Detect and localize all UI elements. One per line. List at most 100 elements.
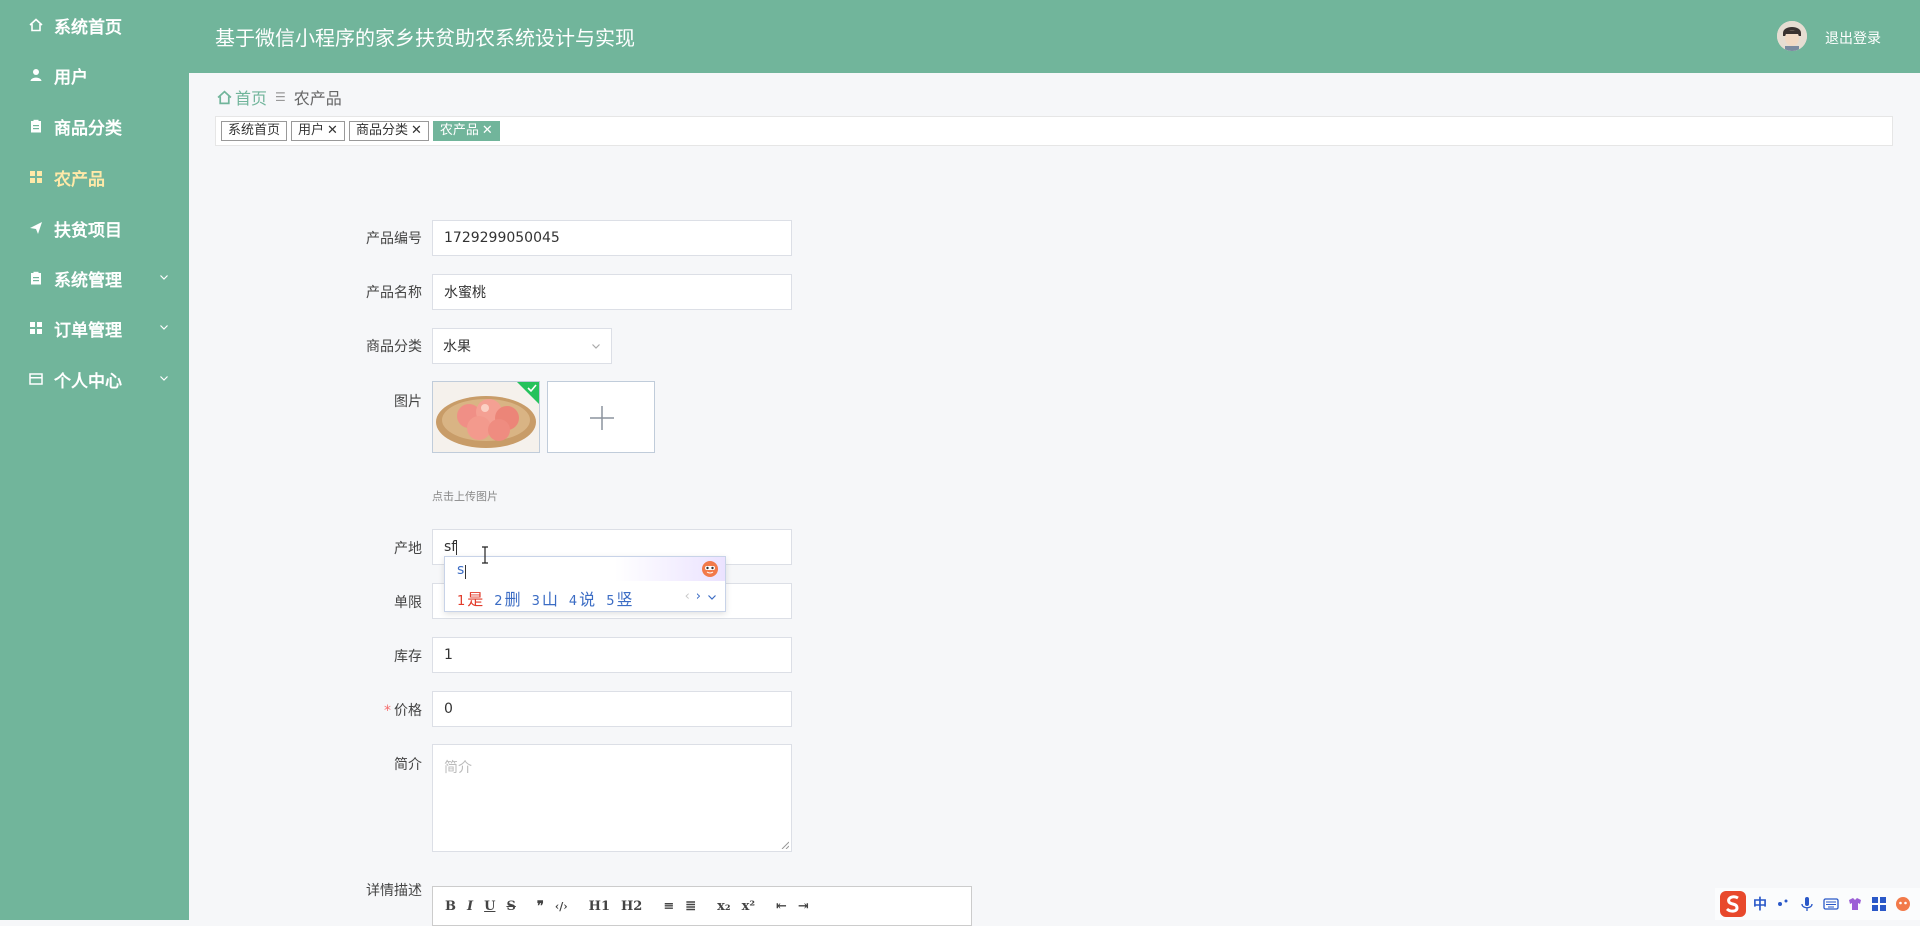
language-toggle[interactable]: 中 [1753, 894, 1767, 914]
sidebar-item-label: 系统首页 [54, 17, 122, 38]
tag-label: 商品分类 [355, 123, 408, 138]
close-icon[interactable]: ✕ [327, 122, 338, 140]
ordered-list-button[interactable]: ≡ [663, 899, 674, 914]
card-icon [28, 371, 44, 387]
microphone-icon[interactable] [1799, 896, 1815, 912]
italic-button[interactable]: I [467, 899, 473, 914]
clipboard-icon [28, 270, 44, 286]
send-icon [28, 220, 44, 236]
toolbox-icon[interactable] [1871, 896, 1887, 912]
top-header: 基于微信小程序的家乡扶贫助农系统设计与实现 退出登录 [189, 0, 1920, 73]
category-select-value: 水果 [443, 339, 471, 355]
sidebar-item-label: 扶贫项目 [54, 220, 122, 241]
origin-input-value: sf [444, 539, 457, 555]
avatar[interactable] [1777, 21, 1807, 51]
superscript-button[interactable]: x² [742, 899, 755, 914]
intro-label: 简介 [394, 757, 422, 773]
sidebar-item-products[interactable]: 农产品 [0, 152, 189, 202]
ime-candidate-number: 1 [457, 594, 466, 609]
punctuation-icon[interactable] [1775, 896, 1791, 912]
product-name-label: 产品名称 [366, 285, 422, 301]
sidebar-item-system[interactable]: 系统管理 [0, 253, 189, 303]
outdent-button[interactable]: ⇤ [776, 899, 787, 914]
tag-label: 用户 [298, 123, 325, 138]
app-title: 基于微信小程序的家乡扶贫助农系统设计与实现 [215, 26, 635, 50]
bullet-list-button[interactable]: ≣ [685, 899, 696, 914]
grid-icon [28, 169, 44, 185]
ime-caret [465, 565, 466, 579]
tag-category[interactable]: 商品分类 ✕ [348, 121, 429, 141]
sidebar-item-label: 农产品 [54, 169, 105, 190]
tag-label: 系统首页 [228, 123, 281, 138]
ime-toolbar: 中 [1715, 888, 1920, 920]
sidebar-item-profile[interactable]: 个人中心 [0, 354, 189, 404]
intro-textarea[interactable]: 简介 [432, 744, 792, 852]
upload-button[interactable] [547, 381, 655, 453]
plus-icon [590, 406, 614, 430]
chevron-down-icon[interactable] [707, 592, 717, 602]
breadcrumb-home[interactable]: 首页 [217, 85, 267, 109]
breadcrumb-current: 农产品 [293, 89, 342, 108]
ime-candidate[interactable]: 4说 [569, 586, 595, 610]
emoji-icon[interactable] [701, 560, 719, 578]
ime-candidate[interactable]: 1是 [457, 586, 483, 610]
sidebar-item-user[interactable]: 用户 [0, 50, 189, 100]
chevron-left-icon[interactable]: ‹ [685, 589, 690, 604]
subscript-button[interactable]: x₂ [717, 899, 730, 914]
sidebar-item-category[interactable]: 商品分类 [0, 101, 189, 151]
price-label: * 价格 [384, 700, 422, 720]
tag-user[interactable]: 用户 ✕ [291, 121, 345, 141]
sidebar-item-projects[interactable]: 扶贫项目 [0, 203, 189, 253]
breadcrumb: 首页 ☰ 农产品 [217, 85, 342, 109]
ime-candidate[interactable]: 5竖 [606, 586, 632, 610]
quote-button[interactable]: ❞ [537, 899, 544, 914]
keyboard-icon[interactable] [1823, 896, 1839, 912]
close-icon[interactable]: ✕ [482, 122, 493, 140]
sidebar-item-label: 订单管理 [54, 320, 122, 341]
home-icon [217, 89, 232, 104]
sidebar-item-orders[interactable]: 订单管理 [0, 303, 189, 353]
grid-icon [28, 320, 44, 336]
product-no-input[interactable]: 1729299050045 [432, 220, 792, 256]
mascot-icon[interactable] [1895, 896, 1911, 912]
close-icon[interactable]: ✕ [411, 122, 422, 140]
tag-products[interactable]: 农产品 ✕ [432, 121, 500, 141]
sidebar-item-home[interactable]: 系统首页 [0, 0, 189, 50]
ime-candidate-number: 3 [531, 594, 540, 609]
limit-label: 单限 [394, 595, 422, 611]
h1-button[interactable]: H1 [589, 899, 610, 914]
chevron-down-icon [592, 344, 600, 349]
bold-button[interactable]: B [445, 899, 456, 914]
tags-bar: 系统首页 用户 ✕ 商品分类 ✕ 农产品 ✕ [215, 116, 1893, 146]
category-select[interactable]: 水果 [432, 328, 612, 364]
resize-handle-icon[interactable] [781, 841, 789, 849]
ime-candidate[interactable]: 2删 [494, 586, 520, 610]
price-input[interactable]: 0 [432, 691, 792, 727]
ime-candidate-text: 竖 [616, 590, 633, 609]
chevron-down-icon [160, 325, 168, 330]
intro-placeholder: 简介 [444, 760, 472, 776]
underline-button[interactable]: U [484, 899, 495, 914]
product-name-input[interactable]: 水蜜桃 [432, 274, 792, 310]
sidebar-item-label: 用户 [54, 67, 88, 88]
tag-label: 农产品 [439, 123, 479, 138]
ime-composition: s [457, 562, 465, 578]
stock-input[interactable]: 1 [432, 637, 792, 673]
code-button[interactable]: ‹/› [555, 900, 568, 913]
logout-button[interactable]: 退出登录 [1825, 28, 1881, 48]
tag-home[interactable]: 系统首页 [221, 121, 288, 141]
rich-text-toolbar: B I U S ❞ ‹/› H1 H2 ≡ ≣ x₂ x² ⇤ ⇥ [432, 886, 972, 926]
ime-candidate-number: 2 [494, 594, 503, 609]
user-icon [28, 67, 44, 83]
sogou-logo-icon[interactable] [1719, 890, 1747, 918]
skin-icon[interactable] [1847, 896, 1863, 912]
strike-button[interactable]: S [506, 899, 515, 914]
ime-candidate-text: 是 [467, 590, 484, 609]
chevron-right-icon[interactable]: › [696, 589, 701, 604]
image-thumbnail[interactable] [432, 381, 540, 453]
text-cursor-icon [482, 546, 488, 564]
ime-candidate[interactable]: 3山 [532, 586, 558, 610]
home-icon [28, 17, 44, 33]
indent-button[interactable]: ⇥ [798, 899, 809, 914]
h2-button[interactable]: H2 [621, 899, 642, 914]
